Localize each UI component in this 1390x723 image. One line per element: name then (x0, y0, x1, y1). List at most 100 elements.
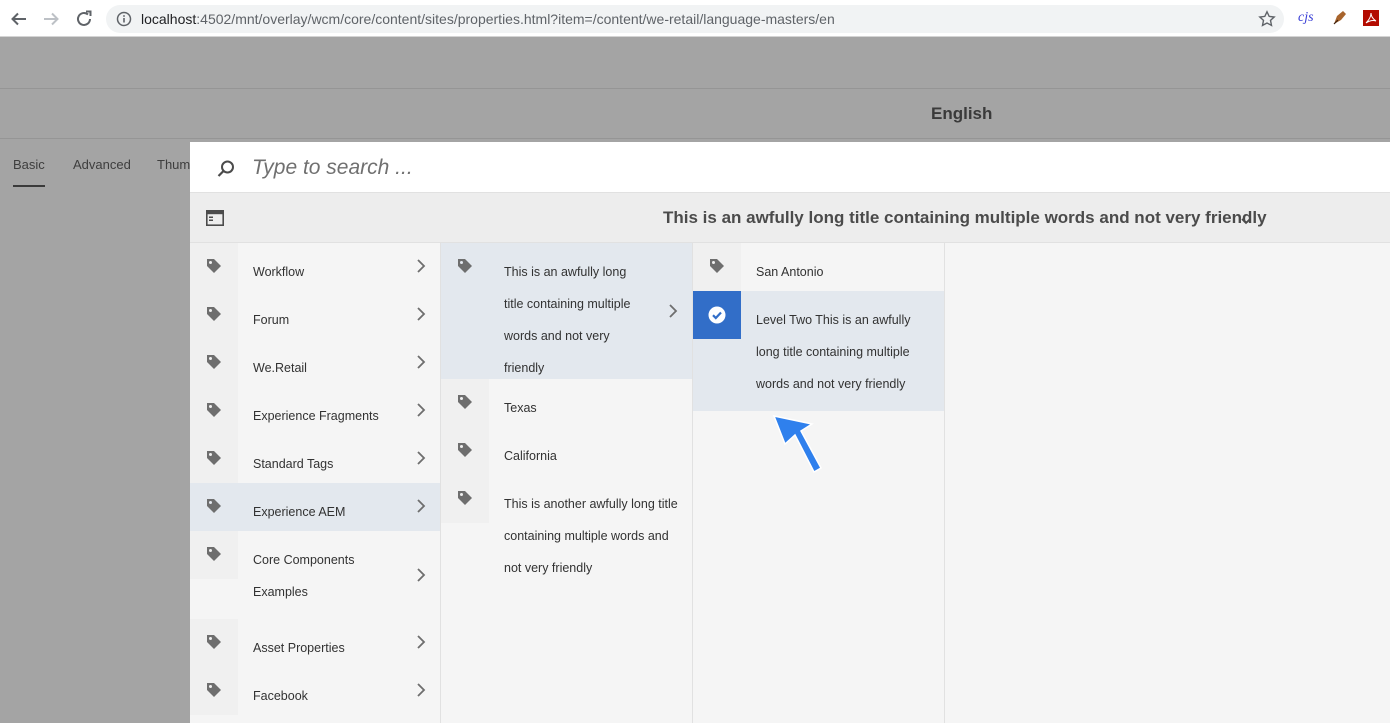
tag-icon (207, 635, 221, 649)
tag-item[interactable]: Forum (190, 291, 440, 339)
tag-label: Experience AEM (253, 505, 346, 519)
tag-thumbnail (190, 619, 238, 667)
tag-label: Facebook (253, 689, 308, 703)
reload-button[interactable] (73, 8, 95, 30)
tag-thumbnail (190, 243, 238, 291)
tag-label: We.Retail (253, 361, 307, 375)
tag-label: This is another awfully long title conta… (504, 497, 678, 575)
tag-item[interactable]: Standard Tags (190, 435, 440, 483)
tag-icon (207, 307, 221, 321)
column-view-titlebar: This is an awfully long title containing… (190, 193, 1390, 243)
tag-label: Workflow (253, 265, 305, 279)
url-path: :4502/mnt/overlay/wcm/core/content/sites… (196, 11, 835, 27)
pen-extension-icon[interactable] (1331, 9, 1349, 30)
tag-label: Experience Fragments (253, 409, 379, 423)
tag-item[interactable]: Asset Properties (190, 619, 440, 667)
tag-label: California (504, 449, 557, 463)
back-button[interactable] (8, 8, 30, 30)
checkmark-icon (708, 306, 726, 324)
tag-label: Core Components Examples (253, 553, 355, 599)
chevron-down-icon[interactable] (1240, 213, 1252, 231)
forward-arrow-icon (44, 12, 59, 26)
chevron-right-icon[interactable] (416, 450, 426, 471)
tag-item[interactable]: Core Components Examples (190, 531, 440, 619)
tag-thumbnail (190, 291, 238, 339)
column-long-title-children: San Antonio Level Two This is an awfully… (693, 243, 945, 723)
chevron-right-icon[interactable] (416, 354, 426, 375)
tag-item[interactable]: We.Retail (190, 339, 440, 387)
search-bar (190, 142, 1390, 193)
search-icon (216, 159, 236, 184)
column-empty (945, 243, 1390, 723)
chevron-right-icon[interactable] (416, 402, 426, 423)
url-text: localhost:4502/mnt/overlay/wcm/core/cont… (141, 11, 835, 27)
tag-item[interactable]: California (441, 427, 692, 475)
tag-thumbnail (190, 339, 238, 387)
annotation-arrow-icon (768, 410, 828, 481)
tag-item-active[interactable]: This is an awfully long title containing… (441, 243, 692, 379)
tag-icon (207, 451, 221, 465)
tag-icon (207, 547, 221, 561)
tag-item[interactable]: San Antonio (693, 243, 944, 291)
chevron-right-icon[interactable] (416, 498, 426, 519)
info-icon[interactable] (116, 11, 132, 32)
tag-icon (458, 491, 472, 505)
tag-item[interactable]: Experience Fragments (190, 387, 440, 435)
selected-checkbox[interactable] (693, 291, 741, 339)
tag-label: Texas (504, 401, 537, 415)
page-title: English (931, 104, 993, 123)
tag-item[interactable]: This is another awfully long title conta… (441, 475, 692, 587)
chevron-right-icon[interactable] (416, 258, 426, 279)
page-titlebar: English (0, 89, 1390, 139)
tab-advanced[interactable]: Advanced (73, 157, 131, 172)
tag-thumbnail (441, 243, 489, 291)
back-arrow-icon (11, 12, 26, 26)
tag-thumbnail (441, 475, 489, 523)
search-input[interactable] (252, 152, 1152, 184)
tag-thumbnail (190, 483, 238, 531)
tag-label: This is an awfully long title containing… (504, 265, 631, 375)
tag-icon (207, 259, 221, 273)
tab-basic[interactable]: Basic (13, 157, 45, 187)
tag-thumbnail (190, 667, 238, 715)
reload-icon (77, 10, 92, 26)
tag-label: San Antonio (756, 265, 824, 279)
tag-thumbnail (190, 531, 238, 579)
tag-label: Standard Tags (253, 457, 334, 471)
url-host: localhost (141, 11, 197, 27)
current-path-title[interactable]: This is an awfully long title containing… (663, 208, 1267, 228)
cjs-extension-button[interactable]: cjs (1298, 10, 1314, 26)
column-experience-aem: This is an awfully long title containing… (441, 243, 693, 723)
column-root-tags: Workflow Forum We.Retail Experience Frag… (190, 243, 441, 723)
tag-item-selected[interactable]: Level Two This is an awfully long title … (693, 291, 944, 411)
tag-item[interactable]: Facebook (190, 667, 440, 715)
chevron-right-icon[interactable] (416, 306, 426, 327)
tag-icon (207, 355, 221, 369)
tag-item-active[interactable]: Experience AEM (190, 483, 440, 531)
chevron-right-icon[interactable] (416, 567, 426, 588)
browser-toolbar: localhost:4502/mnt/overlay/wcm/core/cont… (0, 0, 1390, 37)
page-header (0, 37, 1390, 89)
tag-thumbnail (441, 379, 489, 427)
tag-thumbnail (190, 435, 238, 483)
chevron-right-icon[interactable] (416, 682, 426, 703)
tag-thumbnail (190, 387, 238, 435)
chevron-right-icon[interactable] (668, 303, 678, 324)
rail-toggle-icon[interactable] (206, 210, 224, 231)
tag-item[interactable]: Texas (441, 379, 692, 427)
tag-icon (458, 443, 472, 457)
tag-thumbnail (693, 243, 741, 291)
tag-item[interactable]: Workflow (190, 243, 440, 291)
pdf-extension-icon[interactable] (1362, 9, 1380, 30)
bookmark-star-icon[interactable] (1258, 10, 1276, 33)
tag-label: Forum (253, 313, 290, 327)
tag-label: Asset Properties (253, 641, 345, 655)
tag-icon (207, 499, 221, 513)
chevron-right-icon[interactable] (416, 634, 426, 655)
tag-thumbnail (441, 427, 489, 475)
tag-icon (458, 259, 472, 273)
forward-button[interactable] (40, 8, 62, 30)
tag-icon (207, 683, 221, 697)
address-bar[interactable]: localhost:4502/mnt/overlay/wcm/core/cont… (106, 5, 1284, 33)
tag-icon (458, 395, 472, 409)
